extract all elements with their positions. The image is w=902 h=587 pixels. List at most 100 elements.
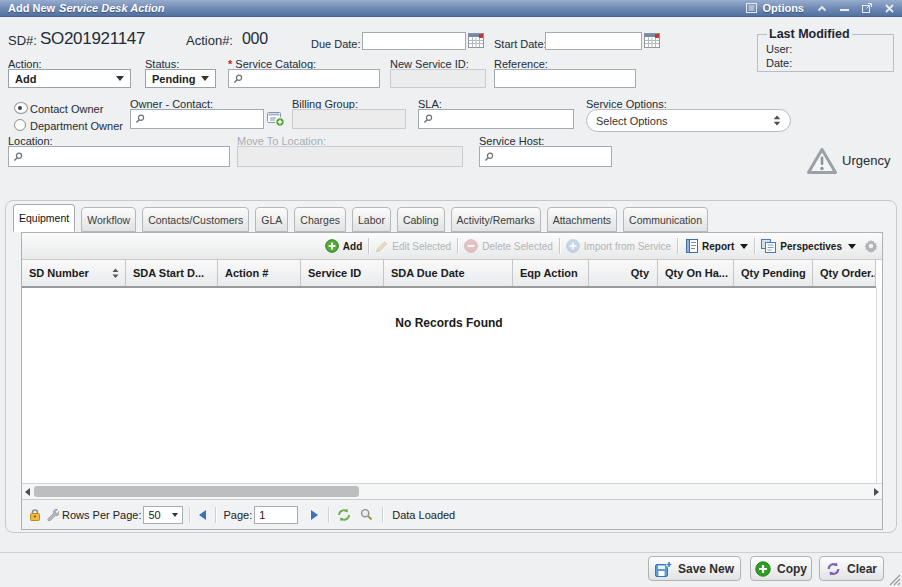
- tab-cabling[interactable]: Cabling: [397, 207, 445, 232]
- status-select[interactable]: Pending: [145, 69, 216, 88]
- action-select[interactable]: Add: [8, 69, 131, 88]
- add-button[interactable]: Add: [322, 239, 365, 253]
- service-options-select[interactable]: Select Options: [586, 109, 791, 132]
- department-owner-radio-label: Department Owner: [30, 120, 123, 132]
- location-input[interactable]: [8, 146, 230, 167]
- save-new-button[interactable]: Save New: [648, 556, 741, 581]
- rows-per-page-label: Rows Per Page:: [62, 509, 141, 521]
- tab-contacts-customers[interactable]: Contacts/Customers: [142, 207, 249, 232]
- search-records-icon[interactable]: [360, 508, 373, 521]
- grid-header-row: SD NumberSDA Start D...Action #Service I…: [22, 260, 876, 288]
- close-icon[interactable]: [885, 4, 894, 13]
- page-number-input[interactable]: 1: [254, 506, 298, 524]
- contact-owner-radio[interactable]: [14, 102, 28, 114]
- tab-labor[interactable]: Labor: [352, 207, 391, 232]
- minimize-icon[interactable]: [840, 4, 849, 12]
- toolbar-separator: [457, 238, 458, 254]
- service-host-input[interactable]: [479, 146, 612, 167]
- scroll-left-icon[interactable]: [25, 488, 30, 496]
- resize-grip[interactable]: [886, 571, 901, 586]
- tab-gla[interactable]: GLA: [255, 207, 288, 232]
- previous-page-icon[interactable]: [199, 510, 206, 520]
- column-header-sda-due-date[interactable]: SDA Due Date: [384, 260, 513, 286]
- add-icon: [325, 239, 339, 253]
- wrench-icon[interactable]: [46, 508, 59, 521]
- chevron-down-icon: [201, 76, 209, 81]
- tab-attachments[interactable]: Attachments: [547, 207, 617, 232]
- collapse-icon[interactable]: [817, 5, 827, 12]
- billing-group-input: [292, 109, 406, 129]
- due-date-calendar-icon[interactable]: [468, 33, 484, 48]
- edit-selected-button[interactable]: Edit Selected: [372, 240, 454, 253]
- column-header-qty-order[interactable]: Qty Order...: [813, 260, 876, 286]
- vertical-scrollbar[interactable]: [876, 288, 882, 483]
- delete-selected-button[interactable]: Delete Selected: [461, 239, 556, 253]
- pager-status-text: Data Loaded: [392, 509, 455, 521]
- start-date-calendar-icon[interactable]: [644, 33, 660, 48]
- tab-charges[interactable]: Charges: [294, 207, 346, 232]
- search-icon: [13, 152, 23, 162]
- add-contact-icon[interactable]: [267, 111, 285, 127]
- window-title: Add NewService Desk Action: [8, 2, 164, 14]
- grid-settings-gear-icon[interactable]: [864, 239, 878, 253]
- tab-workflow[interactable]: Workflow: [81, 207, 136, 232]
- action-number-value: 000: [242, 30, 268, 48]
- refresh-icon[interactable]: [337, 508, 351, 522]
- column-header-qty-on-ha[interactable]: Qty On Ha...: [658, 260, 734, 286]
- column-header-qty-pending[interactable]: Qty Pending: [734, 260, 813, 286]
- urgency-label: Urgency: [842, 153, 890, 168]
- options-menu-icon: [746, 3, 757, 13]
- scroll-right-icon[interactable]: [874, 488, 879, 496]
- toolbar-separator: [368, 238, 369, 254]
- titlebar-controls: Options: [746, 2, 894, 14]
- new-service-id-input: [390, 69, 486, 88]
- next-page-icon[interactable]: [311, 510, 318, 520]
- tab-communication[interactable]: Communication: [623, 207, 708, 232]
- contact-owner-radio-label: Contact Owner: [30, 103, 103, 115]
- tab-activity-remarks[interactable]: Activity/Remarks: [451, 207, 541, 232]
- due-date-label: Due Date:: [311, 38, 361, 50]
- import-from-service-button[interactable]: Import from Service: [563, 239, 674, 253]
- column-header-sda-start-d[interactable]: SDA Start D...: [126, 260, 218, 286]
- perspectives-button[interactable]: Perspectives: [758, 239, 859, 253]
- last-modified-fieldset: Last Modified User: Date:: [757, 27, 894, 72]
- column-header-qty[interactable]: Qty: [589, 260, 658, 286]
- service-catalog-input[interactable]: [228, 69, 380, 88]
- horizontal-scrollbar-thumb[interactable]: [34, 486, 359, 497]
- rows-per-page-select[interactable]: 50: [143, 506, 183, 524]
- clear-button[interactable]: Clear: [819, 556, 884, 581]
- copy-icon: [755, 561, 771, 577]
- popout-icon[interactable]: [862, 3, 872, 13]
- tab-strip: EquipmentWorkflowContacts/CustomersGLACh…: [13, 204, 708, 232]
- stepper-icon: [773, 115, 781, 126]
- chevron-down-icon: [172, 513, 178, 517]
- department-owner-radio[interactable]: [14, 119, 26, 131]
- column-header-sd-number[interactable]: SD Number: [22, 260, 126, 286]
- column-header-service-id[interactable]: Service ID: [301, 260, 384, 286]
- grid-pager: Rows Per Page: 50 Page: 1 Data Loaded: [22, 499, 882, 529]
- column-header-action[interactable]: Action #: [218, 260, 301, 286]
- edit-pencil-icon: [375, 240, 388, 253]
- owner-contact-input[interactable]: [130, 109, 264, 129]
- copy-button[interactable]: Copy: [750, 556, 812, 581]
- options-button[interactable]: Options: [746, 2, 804, 14]
- column-header-eqp-action[interactable]: Eqp Action: [513, 260, 589, 286]
- tab-equipment[interactable]: Equipment: [13, 204, 75, 232]
- action-number-label: Action#:: [186, 33, 233, 48]
- urgency-warning-icon[interactable]: [806, 147, 838, 175]
- report-icon: [684, 239, 698, 253]
- save-new-icon: [655, 561, 672, 577]
- due-date-input[interactable]: [362, 32, 466, 50]
- horizontal-scrollbar[interactable]: [22, 483, 882, 499]
- pager-separator: [382, 507, 383, 523]
- toolbar-separator: [677, 238, 678, 254]
- page-label: Page:: [223, 509, 252, 521]
- search-icon: [423, 114, 433, 124]
- sla-input[interactable]: [418, 109, 574, 129]
- lock-icon[interactable]: [29, 508, 41, 521]
- sort-icon[interactable]: [112, 268, 119, 281]
- report-button[interactable]: Report: [681, 239, 751, 253]
- reference-input[interactable]: [494, 69, 636, 88]
- start-date-input[interactable]: [545, 32, 642, 50]
- toolbar-separator: [754, 238, 755, 254]
